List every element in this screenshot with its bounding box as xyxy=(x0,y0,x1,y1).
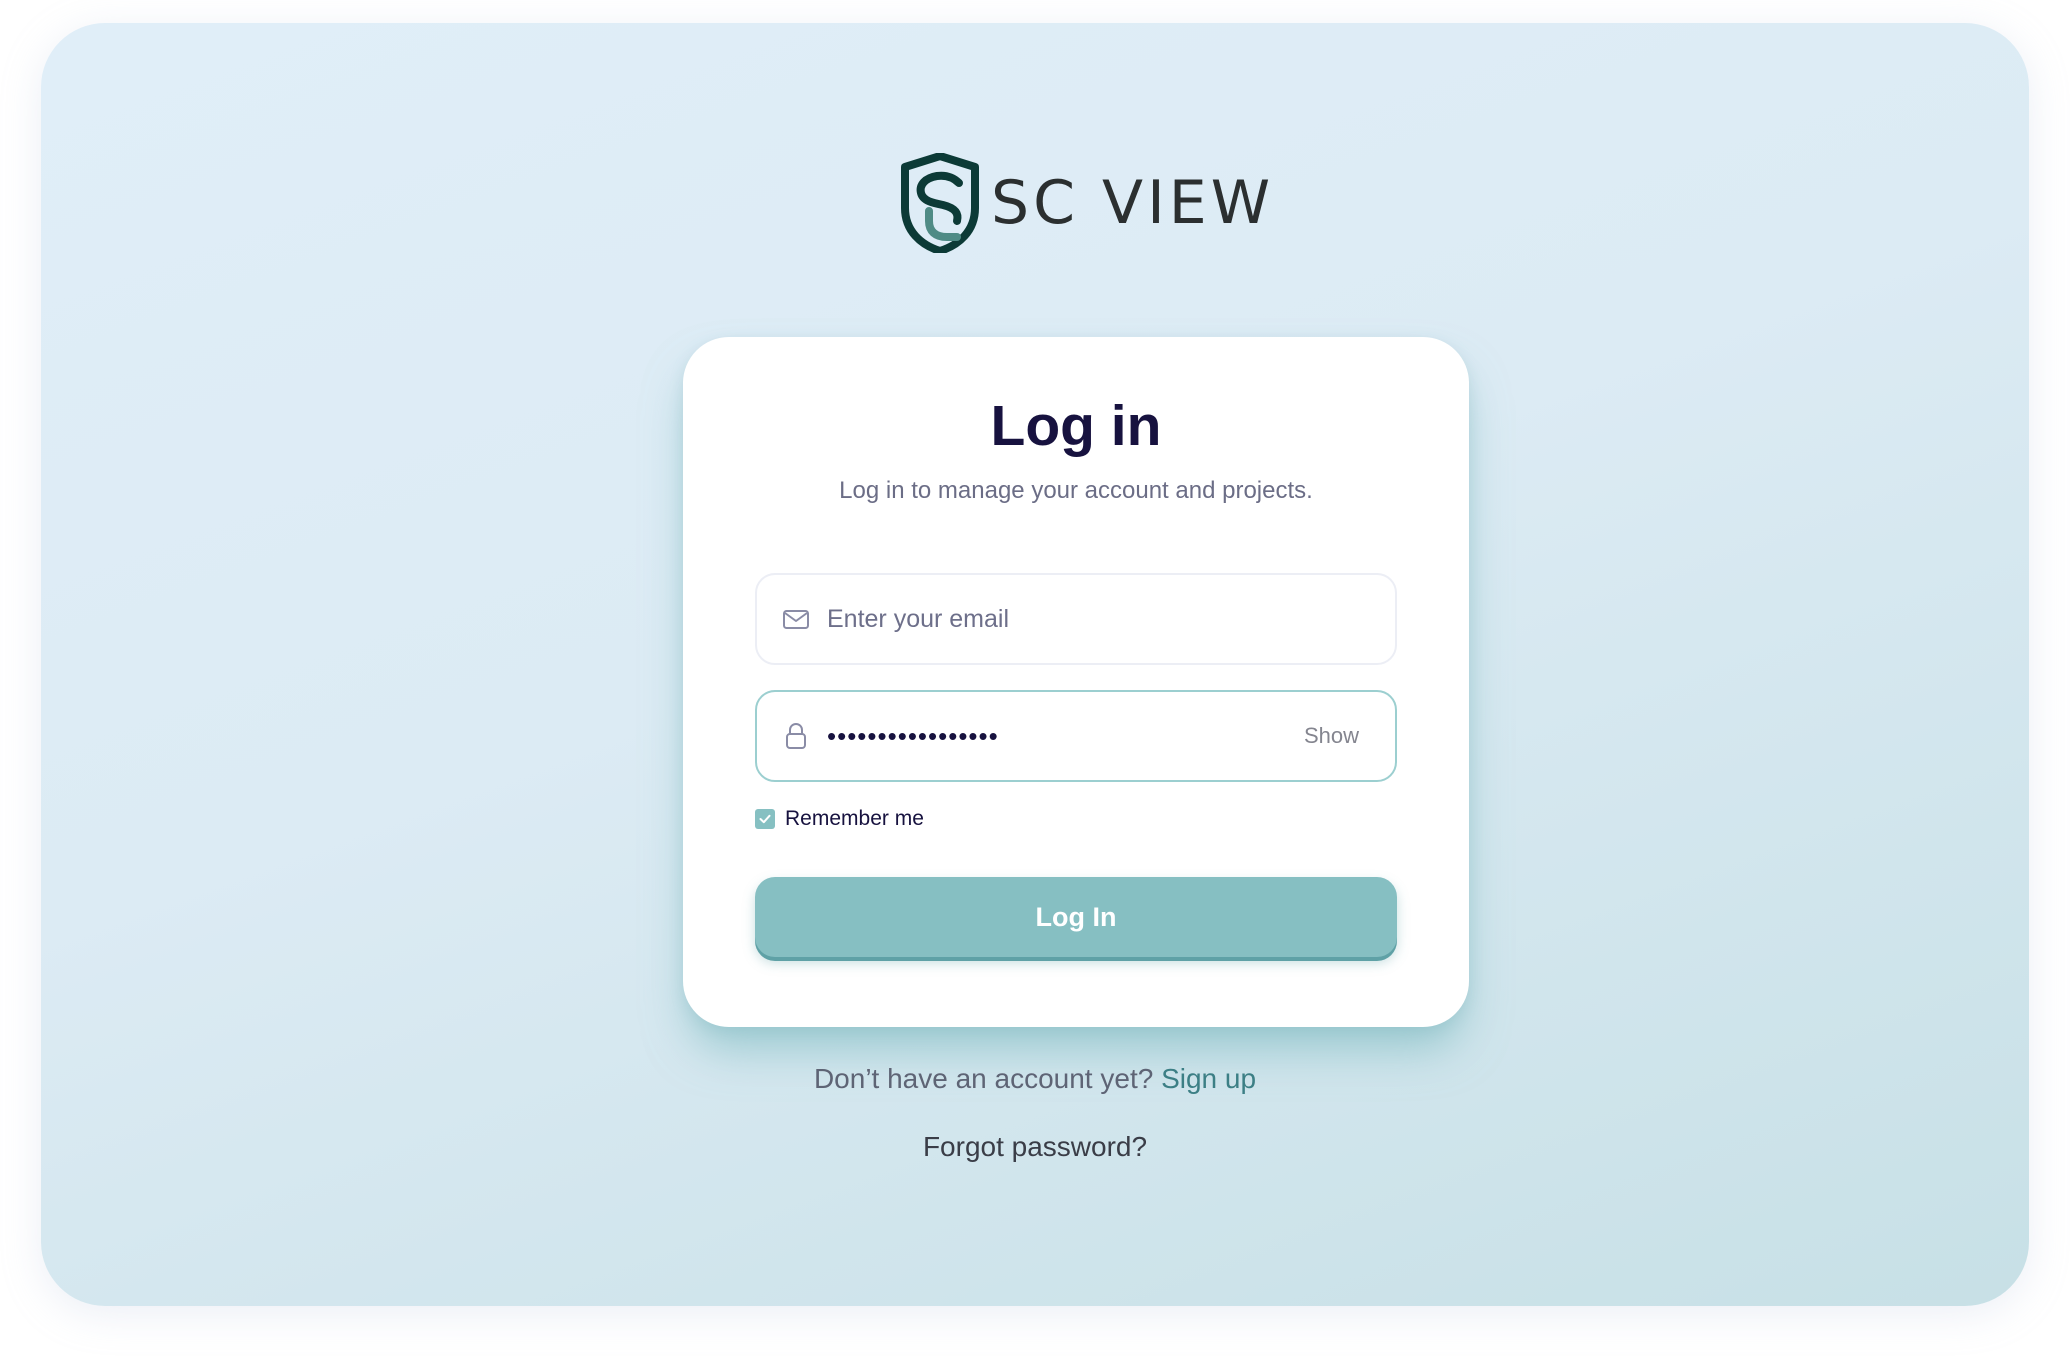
password-field[interactable]: Show xyxy=(755,690,1397,782)
login-subtitle: Log in to manage your account and projec… xyxy=(839,477,1313,504)
login-page-background: SC VIEW Log in Log in to manage your acc… xyxy=(41,23,2029,1306)
remember-me-checkbox[interactable]: Remember me xyxy=(755,807,924,831)
mail-icon xyxy=(783,610,809,629)
remember-me-label: Remember me xyxy=(785,807,924,830)
email-field[interactable] xyxy=(755,573,1397,665)
login-button[interactable]: Log In xyxy=(755,877,1397,957)
show-password-toggle[interactable]: Show xyxy=(1304,723,1371,749)
signup-prompt-row: Don’t have an account yet? Sign up xyxy=(41,1063,2029,1095)
signup-link[interactable]: Sign up xyxy=(1161,1063,1256,1094)
login-card: Log in Log in to manage your account and… xyxy=(683,337,1469,1027)
brand-header: SC VIEW xyxy=(901,153,1274,253)
shield-logo-icon xyxy=(901,153,979,253)
lock-icon xyxy=(786,722,806,749)
password-input[interactable] xyxy=(827,716,1304,756)
signup-prompt: Don’t have an account yet? xyxy=(813,1063,1162,1094)
brand-name: SC VIEW xyxy=(991,168,1275,238)
login-title: Log in xyxy=(990,394,1162,458)
forgot-password-link[interactable]: Forgot password? xyxy=(41,1131,2029,1163)
email-input[interactable] xyxy=(827,599,1371,639)
checkbox-checked-icon[interactable] xyxy=(755,809,775,829)
